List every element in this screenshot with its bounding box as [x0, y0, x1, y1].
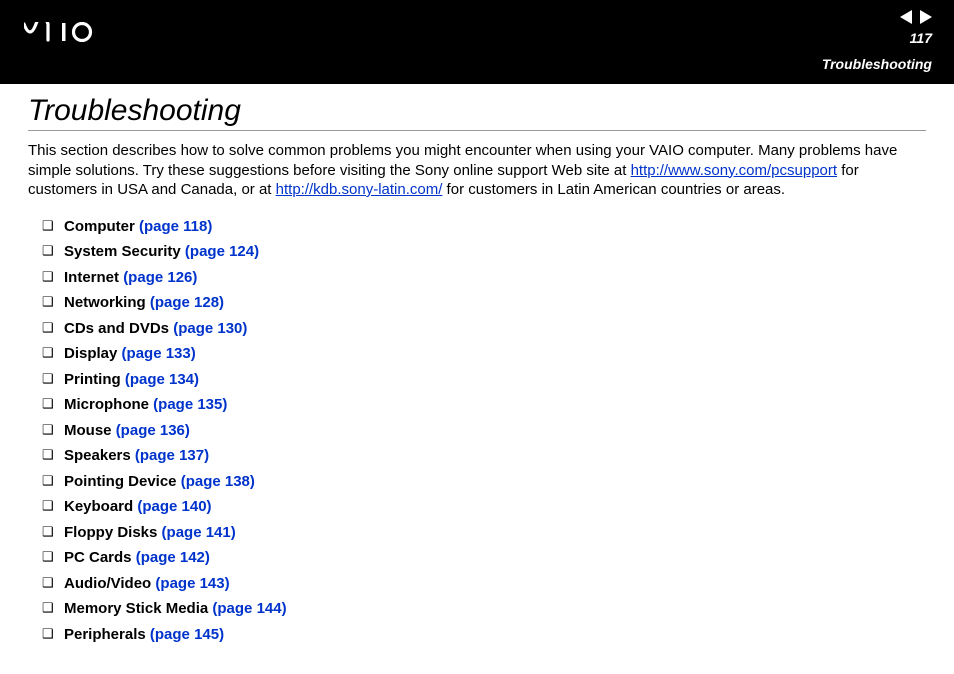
topic-list: Computer (page 118)System Security (page…: [28, 214, 926, 648]
prev-page-icon[interactable]: [900, 10, 912, 24]
list-item: Keyboard (page 140): [42, 494, 926, 520]
support-link-latin[interactable]: http://kdb.sony-latin.com/: [276, 181, 443, 198]
document-header: 117 Troubleshooting: [0, 0, 954, 84]
intro-paragraph: This section describes how to solve comm…: [28, 141, 926, 200]
topic-page-link[interactable]: (page 143): [155, 575, 229, 592]
list-item: Pointing Device (page 138): [42, 469, 926, 495]
page-content: Troubleshooting This section describes h…: [0, 84, 954, 647]
list-item: Peripherals (page 145): [42, 622, 926, 648]
support-link-us[interactable]: http://www.sony.com/pcsupport: [631, 162, 837, 179]
list-item: CDs and DVDs (page 130): [42, 316, 926, 342]
topic-page-link[interactable]: (page 136): [116, 422, 190, 439]
list-item: Audio/Video (page 143): [42, 571, 926, 597]
topic-label: Microphone: [64, 396, 153, 413]
topic-page-link[interactable]: (page 137): [135, 447, 209, 464]
list-item: Display (page 133): [42, 341, 926, 367]
topic-label: Audio/Video: [64, 575, 155, 592]
topic-label: Networking: [64, 294, 150, 311]
section-name: Troubleshooting: [822, 56, 932, 72]
topic-label: System Security: [64, 243, 185, 260]
topic-page-link[interactable]: (page 133): [122, 345, 196, 362]
topic-page-link[interactable]: (page 128): [150, 294, 224, 311]
intro-text-3: for customers in Latin American countrie…: [442, 181, 785, 198]
list-item: Networking (page 128): [42, 290, 926, 316]
list-item: Computer (page 118): [42, 214, 926, 240]
topic-page-link[interactable]: (page 118): [139, 218, 212, 235]
topic-label: Display: [64, 345, 122, 362]
topic-page-link[interactable]: (page 141): [162, 524, 236, 541]
nav-arrows: [900, 10, 932, 24]
topic-label: PC Cards: [64, 549, 136, 566]
topic-page-link[interactable]: (page 126): [123, 269, 197, 286]
topic-label: CDs and DVDs: [64, 320, 173, 337]
list-item: Internet (page 126): [42, 265, 926, 291]
topic-label: Speakers: [64, 447, 135, 464]
topic-page-link[interactable]: (page 142): [136, 549, 210, 566]
topic-page-link[interactable]: (page 138): [181, 473, 255, 490]
list-item: Speakers (page 137): [42, 443, 926, 469]
list-item: Printing (page 134): [42, 367, 926, 393]
topic-label: Floppy Disks: [64, 524, 162, 541]
list-item: Floppy Disks (page 141): [42, 520, 926, 546]
topic-label: Printing: [64, 371, 125, 388]
topic-label: Keyboard: [64, 498, 137, 515]
list-item: System Security (page 124): [42, 239, 926, 265]
list-item: Memory Stick Media (page 144): [42, 596, 926, 622]
vaio-logo-icon: [24, 22, 114, 47]
topic-label: Memory Stick Media: [64, 600, 212, 617]
topic-page-link[interactable]: (page 130): [173, 320, 247, 337]
list-item: Microphone (page 135): [42, 392, 926, 418]
topic-page-link[interactable]: (page 144): [212, 600, 286, 617]
topic-page-link[interactable]: (page 134): [125, 371, 199, 388]
topic-label: Mouse: [64, 422, 116, 439]
topic-label: Pointing Device: [64, 473, 181, 490]
topic-page-link[interactable]: (page 124): [185, 243, 259, 260]
list-item: PC Cards (page 142): [42, 545, 926, 571]
topic-label: Internet: [64, 269, 123, 286]
topic-page-link[interactable]: (page 135): [153, 396, 227, 413]
topic-label: Peripherals: [64, 626, 150, 643]
next-page-icon[interactable]: [920, 10, 932, 24]
topic-label: Computer: [64, 218, 139, 235]
list-item: Mouse (page 136): [42, 418, 926, 444]
topic-page-link[interactable]: (page 140): [137, 498, 211, 515]
page-title: Troubleshooting: [28, 94, 926, 131]
page-number: 117: [910, 30, 932, 46]
topic-page-link[interactable]: (page 145): [150, 626, 224, 643]
